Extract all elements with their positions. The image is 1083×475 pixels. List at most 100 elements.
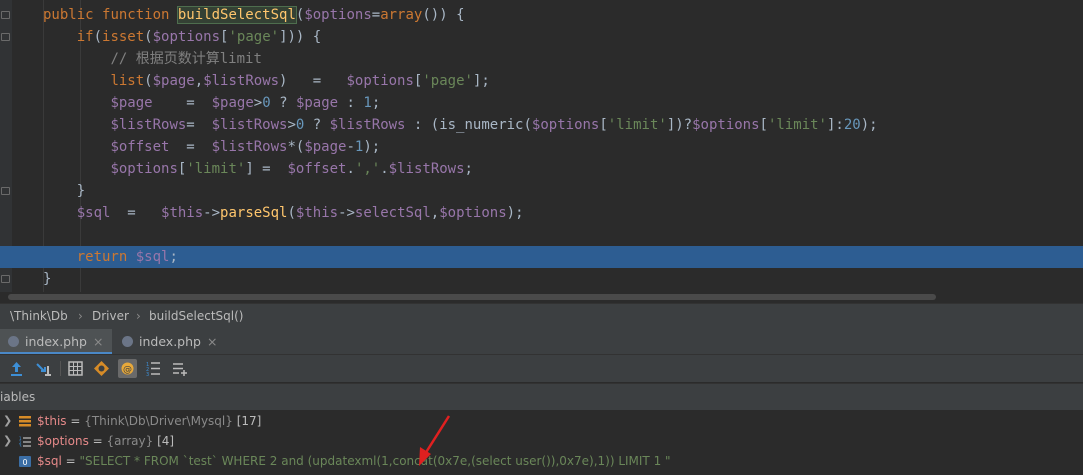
frames-list-icon[interactable]: 123 [144, 359, 163, 378]
variable-row-options[interactable]: ❯ 123 $options = {array} [4] [0, 431, 1083, 451]
object-icon [19, 416, 31, 427]
code-token: ( [287, 205, 296, 221]
code-token: $offset [110, 139, 170, 155]
code-token: $sql [76, 205, 111, 221]
variable-count: [17] [232, 414, 262, 428]
code-text: if(isset($options['page'])) { [43, 26, 322, 48]
code-text: $options['limit'] = $offset.','.$listRow… [43, 158, 473, 180]
code-line[interactable]: if(isset($options['page'])) { [0, 26, 1083, 48]
code-token: $options [304, 7, 372, 23]
code-line[interactable]: list($page,$listRows) = $options['page']… [0, 70, 1083, 92]
code-editor[interactable]: public function buildSelectSql($options=… [0, 0, 1083, 292]
svg-text:3: 3 [146, 372, 149, 378]
variables-panel[interactable]: ❯ $this = {Think\Db\Driver\Mysql} [17] ❯… [0, 410, 1083, 475]
code-token: ? [304, 117, 330, 133]
array-icon: 123 [19, 436, 31, 447]
code-token: list [110, 73, 145, 89]
variable-name: $options [37, 434, 89, 448]
debug-icon [8, 336, 19, 347]
close-icon[interactable]: × [207, 334, 217, 349]
code-token: . [380, 161, 389, 177]
code-token: $offset [287, 161, 347, 177]
code-token: 20 [843, 117, 861, 133]
string-icon: 0 [19, 456, 31, 467]
code-token: array [380, 7, 423, 23]
code-token: // 根据页数计算limit [110, 51, 262, 67]
code-token: = [169, 139, 212, 155]
code-token: $page [152, 73, 195, 89]
variable-count: [4] [153, 434, 175, 448]
watches-toggle-icon[interactable]: @ [118, 359, 137, 378]
code-token: $options [152, 29, 221, 45]
code-text: public function buildSelectSql($options=… [43, 4, 465, 26]
code-token: ]: [827, 117, 844, 133]
debug-session-tabs: index.php × index.php × [0, 329, 1083, 355]
code-line[interactable]: public function buildSelectSql($options=… [0, 4, 1083, 26]
code-token: : [338, 95, 364, 111]
code-token: . [346, 161, 355, 177]
svg-text:0: 0 [22, 458, 27, 467]
code-line[interactable] [0, 224, 1083, 246]
code-token: ); [506, 205, 524, 221]
code-token: $page [295, 95, 339, 111]
code-text: // 根据页数计算limit [43, 48, 262, 70]
code-token: > [287, 117, 296, 133]
code-token: buildSelectSql [176, 6, 297, 24]
breakpoint-settings-icon[interactable] [92, 359, 111, 378]
code-token: $listRows [211, 117, 288, 133]
evaluate-expression-icon[interactable] [66, 359, 85, 378]
code-token: $page [211, 95, 254, 111]
close-icon[interactable]: × [93, 334, 103, 349]
expand-arrow-icon[interactable]: ❯ [3, 431, 12, 451]
expand-arrow-icon[interactable]: ❯ [3, 411, 12, 431]
code-line[interactable]: $listRows= $listRows>0 ? $listRows : (is… [0, 114, 1083, 136]
code-token: ); [860, 117, 878, 133]
code-token: 'page' [422, 73, 473, 89]
code-line[interactable]: $page = $page>0 ? $page : 1; [0, 92, 1083, 114]
add-watch-icon[interactable] [170, 359, 189, 378]
code-token: ]; [472, 73, 490, 89]
code-line[interactable]: } [0, 268, 1083, 290]
svg-text:3: 3 [19, 444, 22, 448]
code-token: $options [531, 117, 600, 133]
debug-icon [122, 336, 133, 347]
tab-index-php-1[interactable]: index.php × [0, 329, 112, 354]
breadcrumb-class[interactable]: Driver [92, 309, 129, 323]
horizontal-scrollbar[interactable] [8, 294, 936, 300]
code-line[interactable]: } [0, 180, 1083, 202]
code-token: -> [338, 205, 355, 221]
code-token: $options [439, 205, 507, 221]
code-token: = [110, 205, 162, 221]
code-token: $listRows [211, 139, 288, 155]
code-line[interactable]: $options['limit'] = $offset.','.$listRow… [0, 158, 1083, 180]
code-line[interactable]: $sql = $this->parseSql($this->selectSql,… [0, 202, 1083, 224]
code-token: $sql [135, 249, 170, 265]
code-token: ; [371, 95, 381, 111]
variable-row-sql[interactable]: 0 $sql = "SELECT * FROM `test` WHERE 2 a… [0, 451, 1083, 471]
breadcrumb-namespace[interactable]: \Think\Db [10, 309, 68, 323]
run-to-cursor-icon[interactable] [34, 359, 53, 378]
chevron-right-icon: › [136, 309, 141, 323]
code-token: ()) { [422, 7, 465, 23]
tab-index-php-2[interactable]: index.php × [114, 329, 224, 354]
code-token: -> [203, 205, 221, 221]
code-line[interactable]: return $sql; [0, 246, 1083, 268]
code-line[interactable]: // 根据页数计算limit [0, 48, 1083, 70]
code-token: : (is_numeric( [405, 117, 532, 133]
code-token: 'limit' [767, 117, 827, 133]
code-token: ] = [245, 161, 288, 177]
breadcrumb-method[interactable]: buildSelectSql() [149, 309, 243, 323]
code-token: , [430, 205, 440, 221]
variable-row-this[interactable]: ❯ $this = {Think\Db\Driver\Mysql} [17] [0, 411, 1083, 431]
breadcrumb: \Think\Db › Driver › buildSelectSql() [0, 303, 1083, 329]
variable-name: $this [37, 414, 67, 428]
code-token: $options [110, 161, 178, 177]
code-token: ; [169, 249, 178, 265]
code-token: ])? [666, 117, 693, 133]
annotation-arrow-icon [419, 415, 451, 466]
step-out-icon[interactable] [7, 359, 26, 378]
code-line[interactable]: $offset = $listRows*($page-1); [0, 136, 1083, 158]
